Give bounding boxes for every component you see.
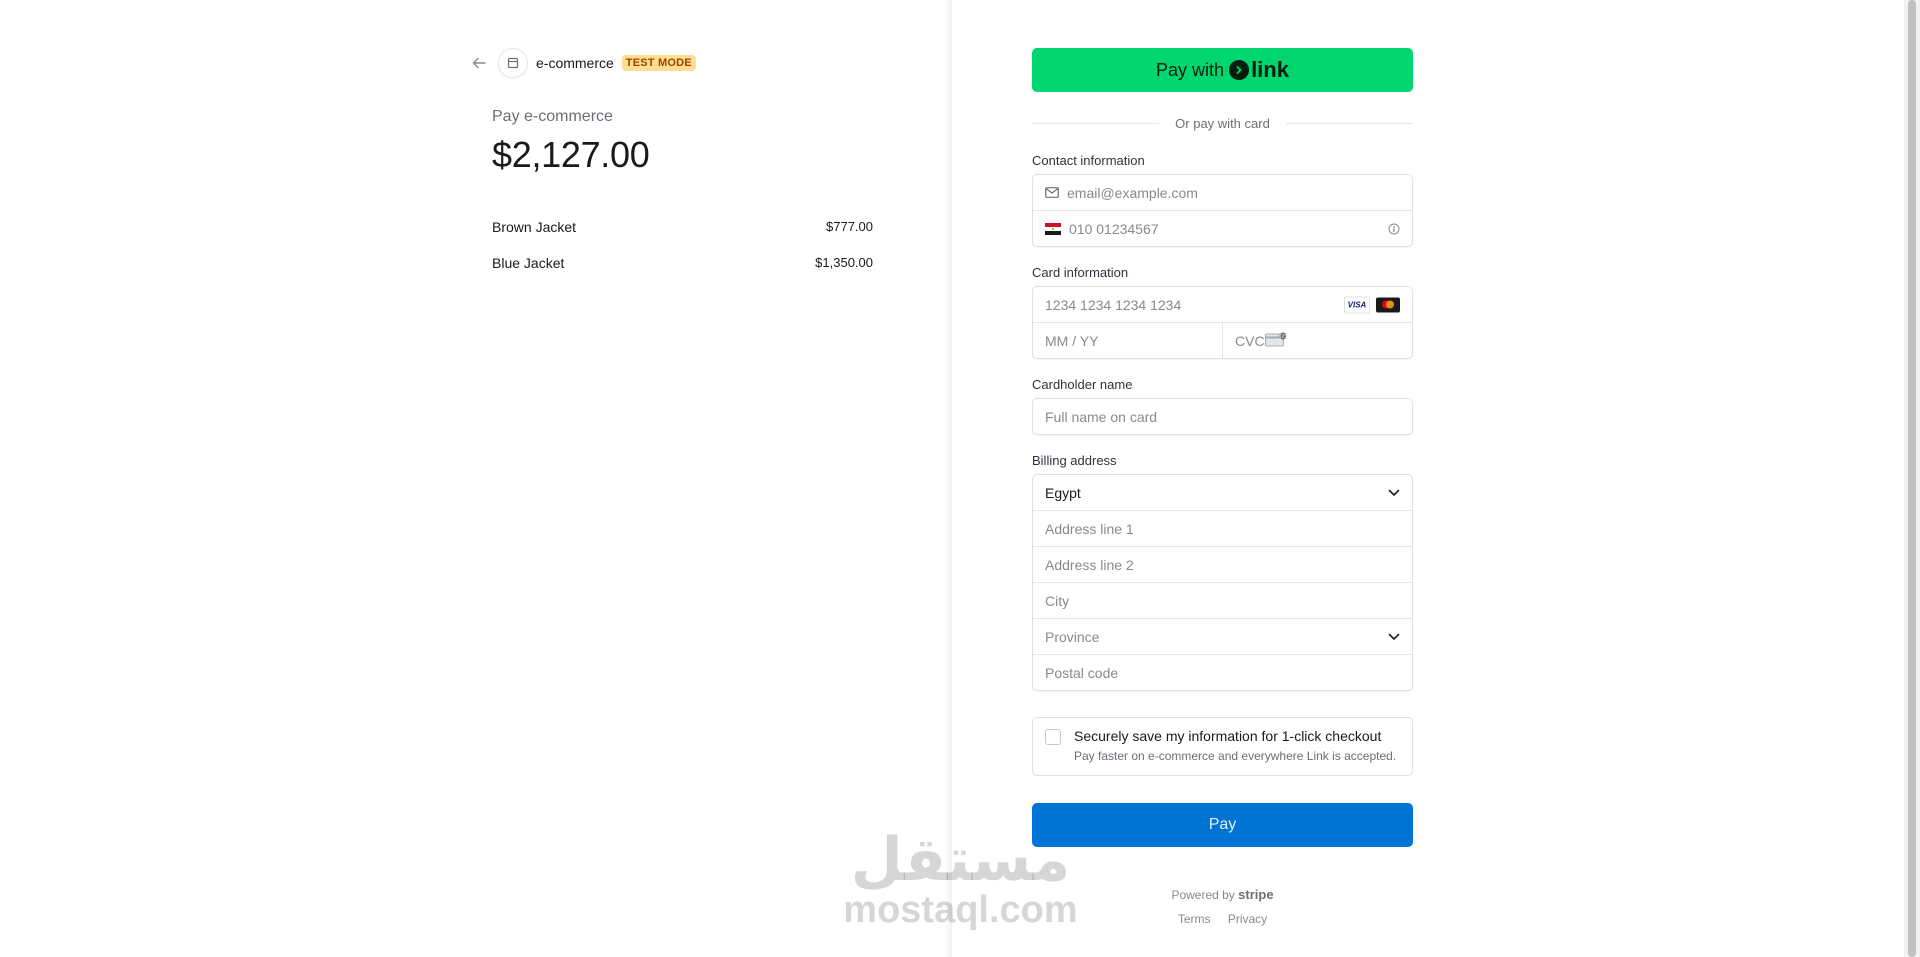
stripe-logo: stripe (1238, 887, 1274, 902)
card-number-placeholder: 1234 1234 1234 1234 (1045, 296, 1182, 313)
pay-with-label: Pay with (1156, 59, 1225, 80)
expiry-placeholder: MM / YY (1045, 332, 1099, 349)
merchant-name: e-commerce (536, 55, 614, 71)
or-divider-text: Or pay with card (1175, 116, 1270, 131)
save-info-option[interactable]: Securely save my information for 1-click… (1032, 717, 1413, 776)
postal-code-field[interactable]: Postal code (1033, 654, 1412, 690)
contact-fields: email@example.com 010 01234567 (1032, 174, 1413, 247)
info-icon[interactable] (1388, 223, 1400, 235)
billing-fields: Egypt Address line 1 Address line 2 City… (1032, 474, 1413, 691)
country-value: Egypt (1045, 484, 1081, 501)
cardholder-fields: Full name on card (1032, 398, 1413, 435)
link-logo: link (1229, 57, 1289, 83)
line-item-name: Brown Jacket (492, 219, 577, 235)
cardholder-name-field[interactable]: Full name on card (1033, 399, 1412, 434)
province-select[interactable]: Province (1033, 618, 1412, 654)
link-brand-text: link (1251, 57, 1289, 82)
visa-icon: VISA (1344, 296, 1370, 313)
address2-placeholder: Address line 2 (1045, 556, 1134, 573)
contact-label: Contact information (1032, 153, 1145, 168)
line-item: Brown Jacket $777.00 (492, 219, 873, 235)
city-field[interactable]: City (1033, 582, 1412, 618)
billing-label: Billing address (1032, 453, 1117, 468)
footer-links: Terms Privacy (1032, 912, 1413, 926)
powered-by-stripe: Powered by stripe (1032, 887, 1413, 902)
mastercard-icon (1376, 297, 1400, 312)
expiry-field[interactable]: MM / YY (1033, 323, 1222, 358)
card-fields: 1234 1234 1234 1234 VISA MM / YY CVC 123 (1032, 286, 1413, 359)
card-label: Card information (1032, 265, 1129, 280)
cvc-card-icon: 123 (1264, 332, 1287, 350)
address-line1-field[interactable]: Address line 1 (1033, 510, 1412, 546)
test-mode-badge: TEST MODE (621, 55, 696, 71)
link-arrow-icon (1229, 60, 1250, 80)
scrollbar[interactable] (1904, 0, 1920, 957)
privacy-link[interactable]: Privacy (1228, 912, 1267, 926)
address1-placeholder: Address line 1 (1045, 520, 1134, 537)
total-amount: $2,127.00 (492, 134, 650, 175)
city-placeholder: City (1045, 592, 1070, 609)
phone-field[interactable]: 010 01234567 (1033, 210, 1412, 246)
store-icon (498, 48, 528, 78)
chevron-down-icon (1388, 489, 1400, 497)
egypt-flag-icon[interactable] (1045, 222, 1061, 235)
chevron-down-icon (1388, 633, 1400, 641)
cvc-field[interactable]: CVC 123 (1222, 323, 1412, 358)
pay-label: Pay e-commerce (492, 108, 613, 125)
province-placeholder: Province (1045, 628, 1100, 645)
address-line2-field[interactable]: Address line 2 (1033, 546, 1412, 582)
save-info-title: Securely save my information for 1-click… (1074, 728, 1382, 744)
save-info-checkbox[interactable] (1045, 729, 1061, 745)
terms-link[interactable]: Terms (1178, 912, 1211, 926)
cardholder-placeholder: Full name on card (1045, 408, 1158, 425)
cardholder-label: Cardholder name (1032, 377, 1133, 392)
phone-placeholder: 010 01234567 (1069, 220, 1159, 237)
payment-form: Pay with link Or pay with card Contact i… (1032, 48, 1413, 926)
email-placeholder: email@example.com (1067, 184, 1198, 201)
merchant-header: e-commerce TEST MODE (470, 48, 696, 78)
email-field[interactable]: email@example.com (1033, 175, 1412, 210)
back-arrow-icon[interactable] (470, 54, 488, 72)
mail-icon (1045, 187, 1059, 198)
postal-placeholder: Postal code (1045, 664, 1119, 681)
powered-by-text: Powered by (1171, 888, 1235, 902)
pay-with-link-button[interactable]: Pay with link (1032, 48, 1413, 92)
or-divider: Or pay with card (1032, 116, 1413, 131)
line-item: Blue Jacket $1,350.00 (492, 255, 873, 271)
order-summary-panel: e-commerce TEST MODE Pay e-commerce $2,1… (0, 0, 952, 957)
pay-button[interactable]: Pay (1032, 803, 1413, 847)
line-item-price: $1,350.00 (815, 255, 873, 270)
cvc-placeholder: CVC (1235, 332, 1265, 349)
card-number-field[interactable]: 1234 1234 1234 1234 VISA (1033, 287, 1412, 322)
save-info-description: Pay faster on e-commerce and everywhere … (1074, 749, 1397, 763)
svg-text:123: 123 (1279, 333, 1287, 338)
scrollbar-thumb[interactable] (1908, 0, 1916, 957)
card-brands: VISA (1338, 296, 1400, 313)
panel-divider (944, 0, 952, 957)
line-item-price: $777.00 (826, 219, 873, 234)
line-item-name: Blue Jacket (492, 255, 565, 271)
country-select[interactable]: Egypt (1033, 475, 1412, 510)
